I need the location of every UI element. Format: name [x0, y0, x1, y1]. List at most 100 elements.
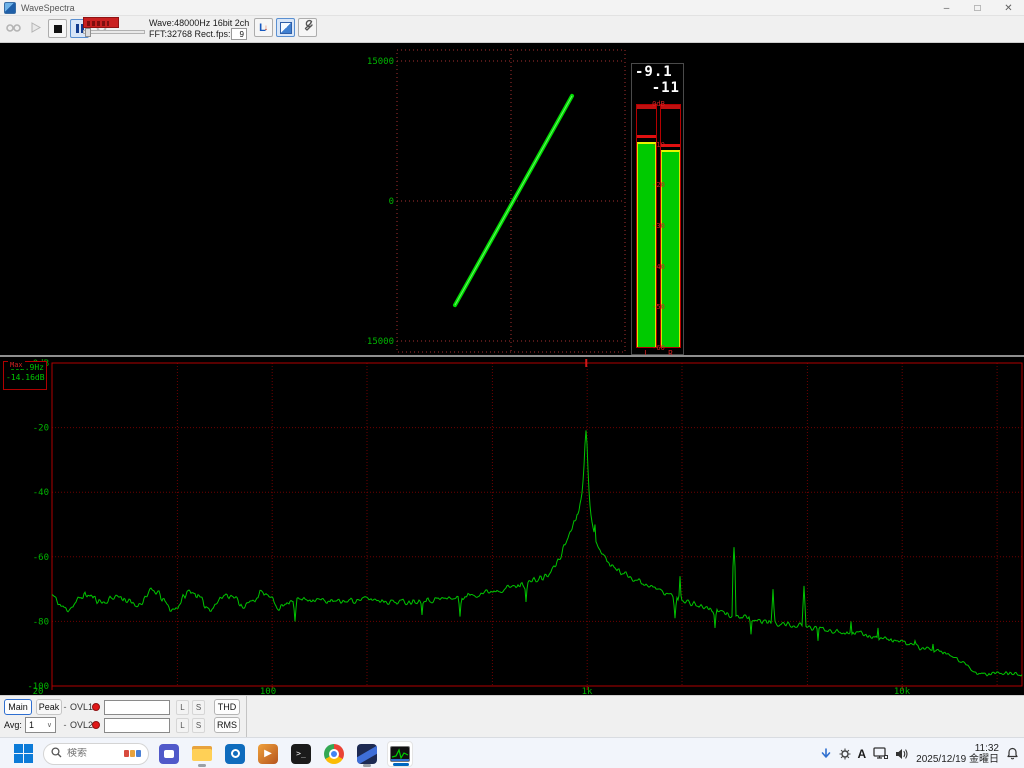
svg-text:-40: -40 — [33, 488, 49, 498]
bell-icon — [1006, 747, 1019, 760]
title-bar: WaveSpectra – □ ✕ — [0, 0, 1024, 16]
meter-value-right: -11 — [652, 80, 680, 96]
ovl2-label: OVL2 — [70, 720, 93, 730]
chrome-icon — [324, 744, 344, 764]
svg-text:0: 0 — [389, 197, 394, 207]
taskbar-app-navy[interactable] — [354, 741, 380, 767]
taskbar-app-wavespectra[interactable] — [387, 741, 413, 767]
ovl2-led — [92, 721, 100, 729]
display-mode-button[interactable] — [276, 18, 295, 37]
lissajous-display: 15000 0 -15000 — [365, 43, 627, 357]
chevron-down-icon: ∨ — [47, 721, 52, 729]
stereo-button-row1[interactable]: S — [192, 700, 205, 715]
wavespectra-window: WaveSpectra – □ ✕ — [0, 0, 1024, 768]
display-mode-icon — [280, 22, 292, 34]
meter-scale-label: -30 — [632, 222, 685, 230]
tray-gear-button[interactable] — [839, 748, 851, 760]
meter-scale-label: -20 — [632, 181, 685, 189]
taskbar-app-chrome[interactable] — [321, 741, 347, 767]
svg-text:-15000: -15000 — [365, 337, 394, 347]
left-channel-button-row2[interactable]: L — [176, 718, 189, 733]
svg-text:-20: -20 — [33, 424, 49, 434]
max-readout-box: Max 992.9Hz -14.16dB — [3, 361, 47, 390]
meter-scale-label: -10 — [632, 141, 685, 149]
ethernet-monitor-icon — [873, 747, 888, 760]
ovl1-label: OVL1 — [70, 702, 93, 712]
meter-scale-label: 0dB — [632, 100, 685, 108]
stereo-button-row2[interactable]: S — [192, 718, 205, 733]
peak-button[interactable]: Peak — [36, 699, 62, 715]
trace-dash: - — [62, 702, 68, 712]
stop-button[interactable] — [48, 19, 67, 38]
taskbar: ▶ >_ A 11:32 — [0, 737, 1024, 768]
avg-value: 1 — [29, 720, 34, 730]
thd-button[interactable]: THD — [214, 699, 240, 715]
fft-settings-info: FFT:32768 Rect. — [149, 29, 216, 39]
left-channel-button[interactable]: L — [176, 700, 189, 715]
svg-text:1k: 1k — [582, 687, 593, 695]
taskbar-app-teams[interactable] — [156, 741, 182, 767]
spectrum-panel: 0dB-20-40-60-80-100201001k10k Max 992.9H… — [0, 357, 1024, 695]
svg-text:-80: -80 — [33, 617, 49, 627]
ovl2-input[interactable] — [104, 718, 170, 733]
clock[interactable]: 11:32 2025/12/19 金曜日 — [916, 743, 999, 765]
rms-button[interactable]: RMS — [214, 717, 240, 733]
taskbar-app-terminal[interactable]: >_ — [288, 741, 314, 767]
svg-text:10k: 10k — [894, 687, 911, 695]
open-button[interactable] — [4, 19, 23, 38]
gear-icon — [839, 748, 851, 760]
notifications-button[interactable] — [1006, 747, 1019, 760]
max-readout-label: Max — [8, 361, 25, 369]
network-button[interactable] — [873, 747, 888, 760]
media-player-icon: ▶ — [258, 744, 278, 764]
fps-label: fps: — [216, 29, 231, 39]
file-explorer-icon — [192, 746, 212, 762]
svg-text:100: 100 — [260, 687, 276, 695]
start-button[interactable] — [10, 741, 36, 767]
wavespectra-icon — [390, 746, 410, 762]
taskbar-search[interactable] — [43, 743, 149, 765]
terminal-icon: >_ — [291, 744, 311, 764]
window-title: WaveSpectra — [21, 0, 75, 16]
svg-text:20: 20 — [33, 687, 44, 695]
ovl1-input[interactable] — [104, 700, 170, 715]
control-divider — [246, 696, 247, 738]
position-slider[interactable] — [83, 30, 145, 34]
outlook-icon — [225, 744, 245, 764]
trace-dash2: - — [62, 720, 68, 730]
svg-text:-60: -60 — [33, 553, 49, 563]
avg-select[interactable]: 1 ∨ — [25, 717, 56, 733]
level-meter: -9.1 -11 0dB-10-20-30-40-50-60LR — [631, 63, 684, 355]
search-input[interactable] — [67, 748, 119, 759]
svg-text:15000: 15000 — [367, 57, 394, 67]
taskbar-app-outlook[interactable] — [222, 741, 248, 767]
settings-button[interactable] — [298, 18, 317, 37]
lr-axis-button[interactable]: L↓ — [254, 18, 273, 37]
taskbar-app-media[interactable]: ▶ — [255, 741, 281, 767]
windows-logo-icon — [14, 744, 33, 763]
open-icon — [6, 20, 21, 38]
main-button[interactable]: Main — [4, 699, 32, 715]
play-button[interactable] — [26, 19, 45, 38]
tray-time: 11:32 — [916, 743, 999, 754]
teams-icon — [159, 744, 179, 764]
ovl1-led — [92, 703, 100, 711]
maximize-button[interactable]: □ — [962, 0, 993, 16]
slider-thumb[interactable] — [85, 28, 91, 37]
meter-scale-label: -40 — [632, 263, 685, 271]
search-icon — [51, 745, 62, 763]
close-button[interactable]: ✕ — [993, 0, 1024, 16]
avg-label: Avg: — [4, 720, 22, 730]
wave-format-info: Wave:48000Hz 16bit 2ch — [149, 18, 249, 28]
hidden-icons-button[interactable] — [820, 748, 832, 760]
speaker-icon — [895, 748, 909, 760]
control-bar: Main Peak - OVL1 L S THD Avg: 1 ∨ - OVL2… — [0, 695, 1024, 737]
taskbar-app-explorer[interactable] — [189, 741, 215, 767]
ime-mode-indicator[interactable]: A — [858, 747, 867, 761]
app-icon — [4, 2, 16, 14]
minimize-button[interactable]: – — [931, 0, 962, 16]
volume-button[interactable] — [895, 748, 909, 760]
toolbar: Wave:48000Hz 16bit 2ch FFT:32768 Rect. f… — [0, 16, 1024, 43]
stop-icon — [54, 25, 62, 33]
tray-date: 2025/12/19 金曜日 — [916, 754, 999, 765]
